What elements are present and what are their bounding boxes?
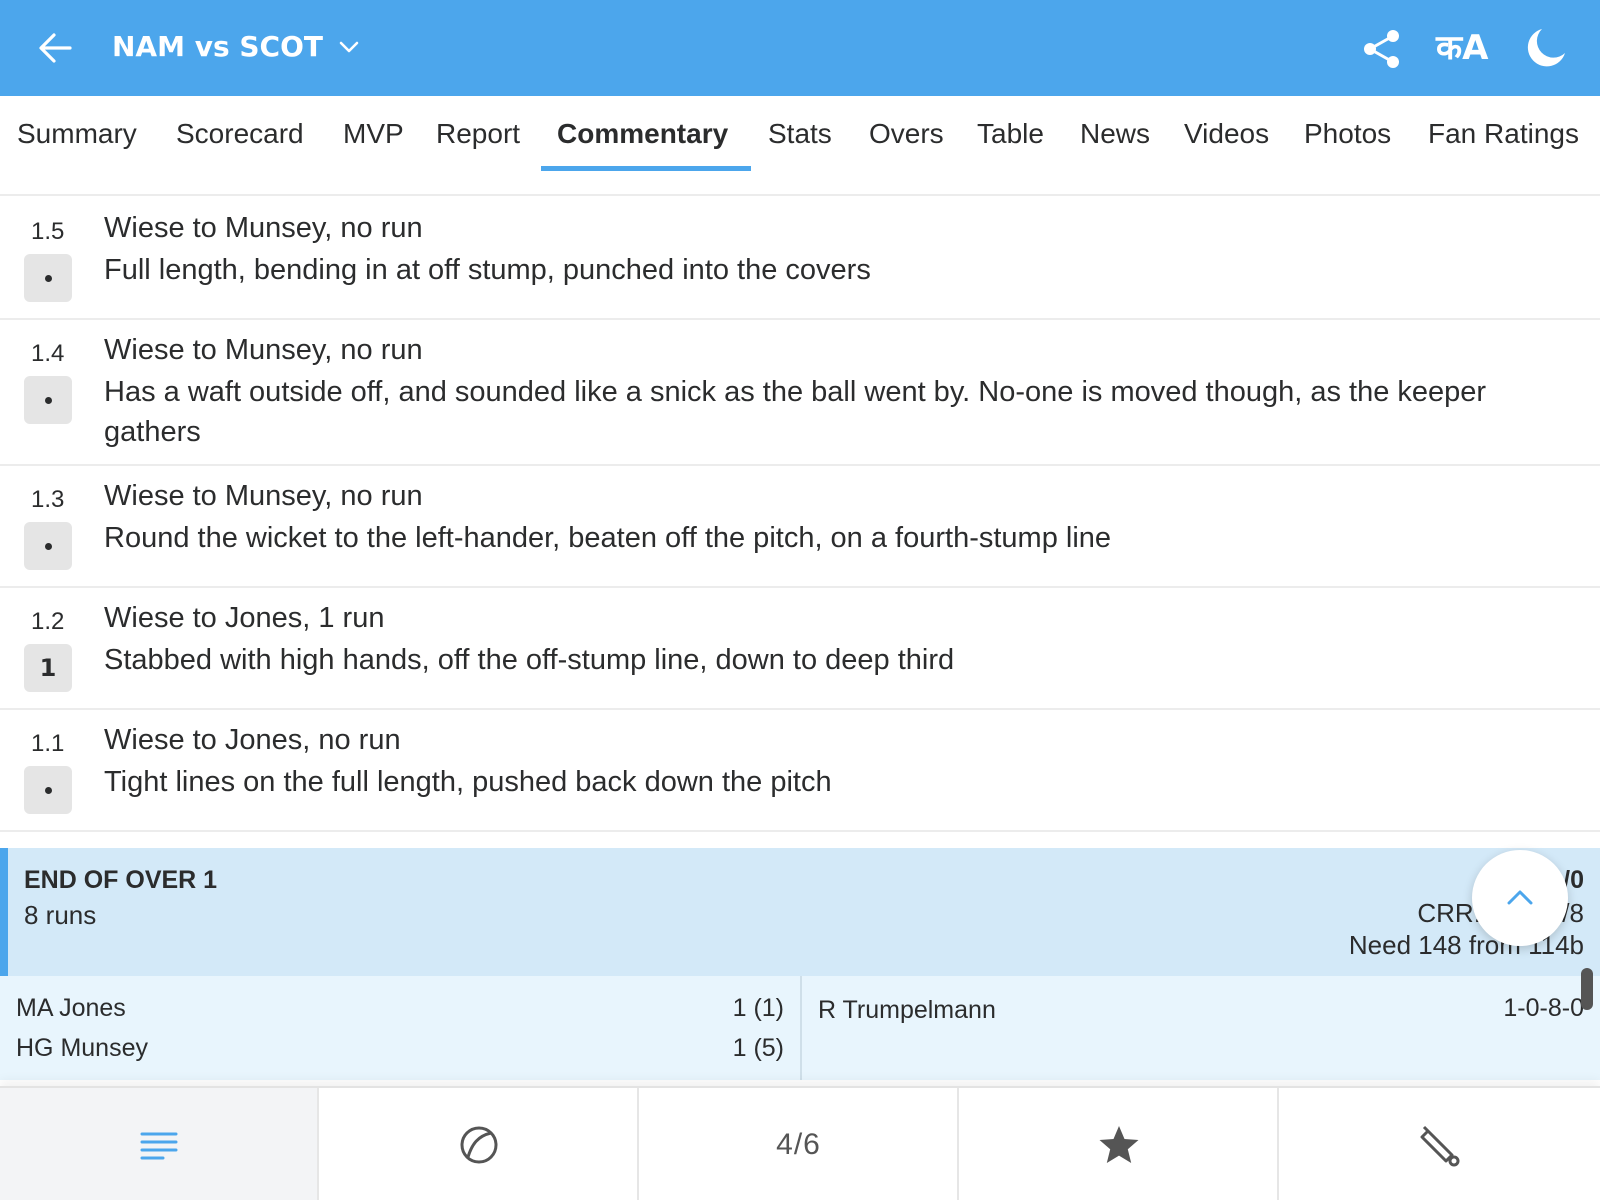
batter-name: HG Munsey xyxy=(16,1034,148,1062)
bottom-nav-ball[interactable] xyxy=(320,1088,639,1200)
tab-commentary[interactable]: Commentary xyxy=(557,118,728,150)
commentary-headline: Wiese to Munsey, no run xyxy=(104,334,423,366)
over-number: 1.3 xyxy=(31,486,65,513)
bowler-figures: 1-0-8-0 xyxy=(1503,994,1584,1022)
tab-scorecard[interactable]: Scorecard xyxy=(176,118,304,150)
batter-score: 1 (5) xyxy=(732,1034,784,1062)
batter-name: MA Jones xyxy=(16,994,126,1022)
bottom-nav-commentary[interactable] xyxy=(0,1088,319,1200)
over-number: 1.2 xyxy=(31,608,65,635)
commentary-text: Full length, bending in at off stump, pu… xyxy=(104,254,871,286)
back-arrow-icon[interactable] xyxy=(36,28,76,68)
commentary-text: Has a waft outside off, and sounded like… xyxy=(104,376,1487,448)
batter-score: 1 (1) xyxy=(732,994,784,1022)
tab-report[interactable]: Report xyxy=(436,118,520,150)
menu-lines-icon xyxy=(140,1132,177,1160)
over-number: 1.4 xyxy=(31,340,65,367)
commentary-item: 1.1 Wiese to Jones, no run Tight lines o… xyxy=(0,710,1600,832)
commentary-text: Tight lines on the full length, pushed b… xyxy=(104,766,832,798)
over-number: 1.5 xyxy=(31,218,65,245)
commentary-item: 1.5 Wiese to Munsey, no run Full length,… xyxy=(0,198,1600,320)
batters-list: MA Jones 1 (1) HG Munsey 1 (5) xyxy=(0,976,802,1080)
dot-ball-icon xyxy=(44,786,52,794)
dot-ball-icon xyxy=(44,542,52,550)
scroll-to-top-button[interactable] xyxy=(1472,850,1568,946)
bottom-nav-bat[interactable] xyxy=(1280,1088,1599,1200)
tab-mvp[interactable]: MVP xyxy=(343,118,404,150)
top-app-bar: NAM vs SCOT कA xyxy=(0,0,1600,96)
page-counter: 4/6 xyxy=(776,1128,821,1161)
scrollbar-thumb[interactable] xyxy=(1581,968,1593,1010)
commentary-item: 1.2 1 Wiese to Jones, 1 run Stabbed with… xyxy=(0,588,1600,710)
over-runs: 8 runs xyxy=(24,900,97,930)
commentary-item: 1.3 Wiese to Munsey, no run Round the wi… xyxy=(0,466,1600,588)
bottom-nav-page-counter[interactable]: 4/6 xyxy=(640,1088,959,1200)
tab-bar: Summary Scorecard MVP Report Commentary … xyxy=(0,96,1600,196)
commentary-headline: Wiese to Munsey, no run xyxy=(104,480,423,512)
bat-icon xyxy=(1420,1125,1459,1167)
match-title: NAM vs SCOT xyxy=(112,30,323,63)
ball-result-badge xyxy=(24,766,72,814)
tab-photos[interactable]: Photos xyxy=(1304,118,1391,150)
tab-summary[interactable]: Summary xyxy=(17,118,137,150)
tab-videos[interactable]: Videos xyxy=(1184,118,1269,150)
dot-ball-icon xyxy=(44,274,52,282)
ball-result-badge xyxy=(24,376,72,424)
tab-fan-ratings[interactable]: Fan Ratings xyxy=(1428,118,1579,150)
ball-result-badge xyxy=(24,254,72,302)
commentary-headline: Wiese to Jones, no run xyxy=(104,724,401,756)
commentary-headline: Wiese to Jones, 1 run xyxy=(104,602,385,634)
ball-result-badge: 1 xyxy=(24,644,72,692)
share-icon[interactable] xyxy=(1362,28,1402,70)
star-icon xyxy=(1099,1126,1138,1163)
bottom-nav-favourites[interactable] xyxy=(960,1088,1279,1200)
active-tab-indicator xyxy=(541,166,751,171)
tab-stats[interactable]: Stats xyxy=(768,118,832,150)
commentary-text: Round the wicket to the left-hander, bea… xyxy=(104,522,1112,554)
end-of-over-summary: END OF OVER 1 8 runs SC /0 CRR: 8.00 • /… xyxy=(0,848,1600,976)
players-panel: MA Jones 1 (1) HG Munsey 1 (5) R Trumpel… xyxy=(0,976,1600,1080)
moon-icon[interactable] xyxy=(1524,26,1568,70)
end-of-over-title: END OF OVER 1 xyxy=(24,866,218,894)
commentary-text: Stabbed with high hands, off the off-stu… xyxy=(104,644,955,676)
bowler-name: R Trumpelmann xyxy=(818,996,996,1024)
ball-icon xyxy=(460,1126,497,1164)
ball-result-badge xyxy=(24,522,72,570)
language-toggle[interactable]: कA xyxy=(1436,27,1488,69)
match-selector[interactable]: NAM vs SCOT xyxy=(112,30,361,63)
commentary-headline: Wiese to Munsey, no run xyxy=(104,212,423,244)
over-number: 1.1 xyxy=(31,730,65,757)
chevron-down-icon xyxy=(337,35,361,59)
dot-ball-icon xyxy=(44,396,52,404)
tab-news[interactable]: News xyxy=(1080,118,1150,150)
tab-table[interactable]: Table xyxy=(977,118,1044,150)
commentary-item: 1.4 Wiese to Munsey, no run Has a waft o… xyxy=(0,320,1600,466)
tab-overs[interactable]: Overs xyxy=(869,118,944,150)
chevron-up-icon xyxy=(1507,890,1533,905)
bottom-nav: 4/6 xyxy=(0,1086,1600,1200)
